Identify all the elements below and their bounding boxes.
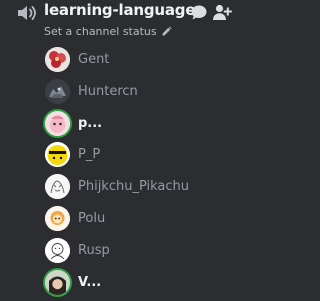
set-channel-status-button[interactable]: Set a channel status <box>44 23 172 39</box>
voice-member-list: Gent Huntercn p... P_P Phijkchu_Pikachu … <box>0 44 240 298</box>
member-name: Huntercn <box>78 83 138 99</box>
member-name: Polu <box>78 210 106 226</box>
channel-name: learning-language <box>44 1 196 19</box>
member-row[interactable]: Polu <box>0 203 240 235</box>
channel-header: learning-language Set a channel status <box>0 0 240 44</box>
member-avatar <box>45 110 70 136</box>
member-row[interactable]: Gent <box>0 44 240 76</box>
member-row[interactable]: V... <box>0 267 240 299</box>
member-avatar <box>45 205 70 231</box>
member-row[interactable]: Phijkchu_Pikachu <box>0 171 240 203</box>
member-row[interactable]: Rusp <box>0 235 240 267</box>
member-row[interactable]: P_P <box>0 139 240 171</box>
chat-bubble-icon[interactable] <box>190 4 208 21</box>
member-name: P_P <box>78 147 101 163</box>
add-member-icon[interactable] <box>212 3 232 21</box>
member-avatar <box>45 174 70 200</box>
member-avatar <box>45 78 70 104</box>
member-row[interactable]: p... <box>0 108 240 140</box>
pencil-icon <box>161 26 172 37</box>
member-name: Gent <box>78 52 110 67</box>
member-avatar <box>45 142 70 168</box>
member-avatar <box>45 47 70 72</box>
member-row[interactable]: Huntercn <box>0 76 240 108</box>
member-name: p... <box>78 115 103 131</box>
member-avatar <box>45 237 70 263</box>
voice-channel-panel: learning-language Set a channel status G… <box>0 0 240 301</box>
member-name: Rusp <box>78 242 110 258</box>
speaker-icon <box>15 3 39 23</box>
member-name: Phijkchu_Pikachu <box>78 179 190 195</box>
member-name: V... <box>78 274 102 290</box>
member-avatar <box>45 269 70 295</box>
status-placeholder: Set a channel status <box>44 24 157 38</box>
